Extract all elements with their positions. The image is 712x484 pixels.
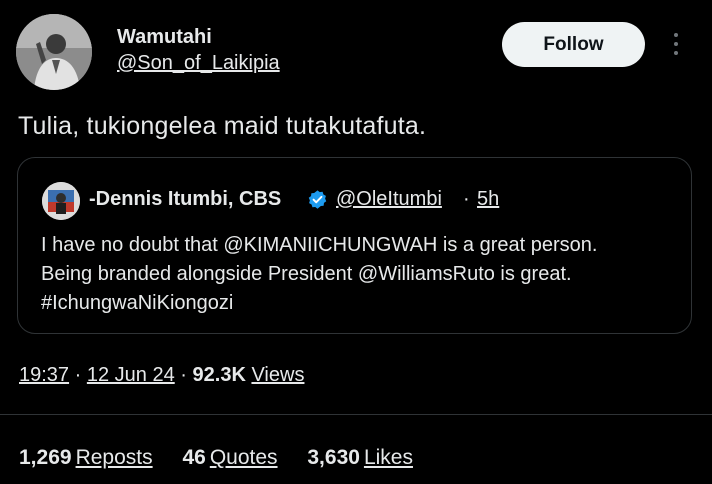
- quoted-text-line: Being branded alongside President @Willi…: [41, 263, 572, 285]
- more-options-icon[interactable]: [664, 28, 688, 60]
- quoted-separator: ·: [463, 188, 470, 210]
- author-handle[interactable]: @Son_of_Laikipia: [117, 52, 280, 75]
- tweet-meta: 19:37 · 12 Jun 24 · 92.3K Views: [19, 364, 304, 387]
- meta-separator: ·: [180, 364, 187, 386]
- tweet-detail: Wamutahi @Son_of_Laikipia Follow Tulia, …: [0, 0, 712, 484]
- tweet-date[interactable]: 12 Jun 24: [87, 364, 175, 386]
- quotes-stat[interactable]: 46 Quotes: [182, 446, 277, 470]
- reposts-stat[interactable]: 1,269 Reposts: [19, 446, 153, 470]
- likes-label[interactable]: Likes: [364, 446, 413, 469]
- quoted-timestamp[interactable]: 5h: [477, 188, 499, 211]
- verified-badge-icon: [308, 190, 327, 209]
- author-display-name[interactable]: Wamutahi: [117, 26, 212, 49]
- likes-count: 3,630: [307, 446, 360, 469]
- quoted-tweet-card[interactable]: -Dennis Itumbi, CBS @OleItumbi · 5h I ha…: [17, 157, 692, 334]
- quoted-display-name[interactable]: -Dennis Itumbi, CBS: [89, 188, 281, 211]
- divider: [0, 414, 712, 415]
- quoted-handle[interactable]: @OleItumbi: [336, 188, 442, 211]
- reposts-count: 1,269: [19, 446, 72, 469]
- views-count: 92.3K: [192, 364, 246, 386]
- follow-button[interactable]: Follow: [502, 22, 645, 67]
- author-avatar[interactable]: [16, 14, 92, 90]
- quotes-label[interactable]: Quotes: [210, 446, 278, 469]
- quoted-text-line: #IchungwaNiKiongozi: [41, 292, 234, 314]
- likes-stat[interactable]: 3,630 Likes: [307, 446, 413, 470]
- views-label[interactable]: Views: [251, 364, 304, 386]
- meta-separator: ·: [74, 364, 82, 386]
- quotes-count: 46: [182, 446, 206, 469]
- tweet-time[interactable]: 19:37: [19, 364, 69, 386]
- tweet-text: Tulia, tukiongelea maid tutakutafuta.: [18, 112, 427, 140]
- engagement-stats: 1,269 Reposts 46 Quotes 3,630 Likes: [19, 446, 437, 470]
- quoted-text-line: I have no doubt that @KIMANIICHUNGWAH is…: [41, 234, 598, 256]
- quoted-tweet-text: I have no doubt that @KIMANIICHUNGWAH is…: [41, 231, 681, 318]
- quoted-author-avatar[interactable]: [42, 182, 80, 220]
- reposts-label[interactable]: Reposts: [76, 446, 153, 469]
